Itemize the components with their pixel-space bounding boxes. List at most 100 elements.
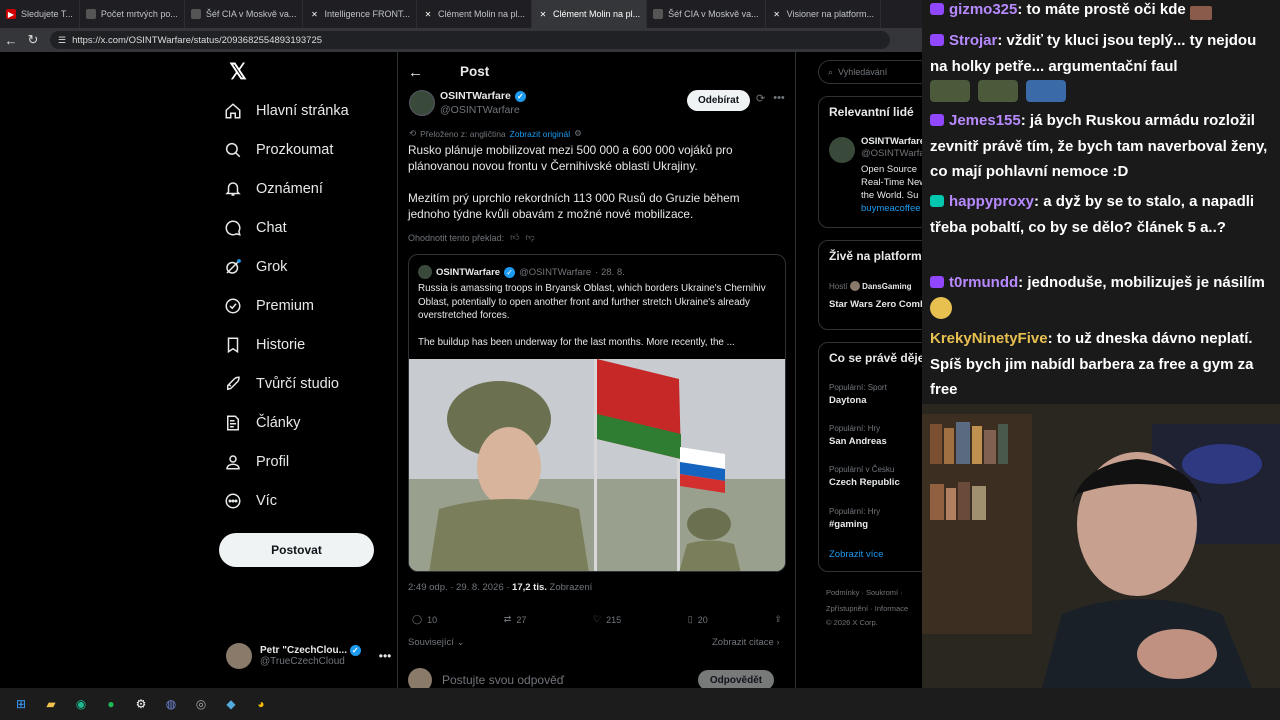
browser-tab[interactable]: ✕ Visioner na platform... [766, 0, 882, 28]
quoted-image[interactable] [409, 359, 785, 571]
nav-history[interactable]: Historie [224, 328, 305, 362]
trend-item[interactable]: Populární v Česku Czech Republic [829, 465, 900, 488]
app-icon[interactable]: ◆ [220, 693, 242, 715]
nav-explore[interactable]: Prozkoumat [224, 133, 333, 167]
nav-notifications[interactable]: Oznámení [224, 172, 323, 206]
browser-tab-active[interactable]: ✕ Clément Molin na pl... [532, 0, 648, 28]
x-logo-icon[interactable]: 𝕏 [226, 60, 250, 84]
back-icon[interactable]: ← [0, 29, 22, 51]
account-switcher[interactable]: Petr "CzechClou... ✓ @TrueCzechCloud ••• [226, 639, 396, 673]
reply-button[interactable]: Odpovědět [698, 670, 774, 688]
nav-premium[interactable]: Premium [224, 289, 314, 323]
account-name: Petr "CzechClou... ✓ [260, 645, 361, 656]
browser-tab[interactable]: ✕ Intelligence FRONT... [303, 0, 417, 28]
browser-tab[interactable]: ✕ Clément Molin na pl... [417, 0, 533, 28]
nav-creator-studio[interactable]: Tvůrčí studio [224, 367, 339, 401]
trend-item[interactable]: Populární: Hry #gaming [829, 507, 880, 530]
emote-icon [978, 80, 1019, 102]
chrome-icon[interactable]: ◕ [250, 693, 272, 715]
post-text: Rusko plánuje mobilizovat mezi 500 000 a… [408, 143, 740, 221]
grok-icon[interactable]: ⟳ [756, 92, 765, 105]
browser-tab[interactable]: ▶ Sledujete T... [0, 0, 80, 28]
settings-icon[interactable]: ⚙ [574, 128, 582, 139]
nav-profile[interactable]: Profil [224, 445, 289, 479]
discord-icon[interactable]: ◍ [160, 693, 182, 715]
live-title[interactable]: Star Wars Zero Combat [829, 299, 922, 310]
more-dots-icon[interactable]: ••• [379, 649, 392, 663]
reply-action[interactable]: ◯ 10 [412, 614, 437, 625]
edge-icon[interactable]: ◉ [70, 693, 92, 715]
browser-tab[interactable]: Šéf CIA v Moskvě va... [185, 0, 304, 28]
avatar [849, 281, 860, 291]
author-handle[interactable]: @OSINTWarfare [440, 104, 520, 116]
main-column: ← Post OSINTWarfare ✓ @OSINTWarfare Odebí… [397, 52, 796, 688]
show-quotes-link[interactable]: Zobrazit citace › [712, 637, 780, 648]
folder-icon[interactable]: ▰ [40, 693, 62, 715]
spotify-icon[interactable]: ● [100, 693, 122, 715]
nav-grok[interactable]: Grok [224, 250, 287, 284]
nav-chat[interactable]: Chat [224, 211, 287, 245]
reply-icon: ◯ [412, 614, 423, 624]
rocket-icon [227, 376, 240, 391]
more-dots-icon[interactable]: ••• [773, 92, 785, 105]
sub-badge-icon [930, 114, 944, 126]
windows-start-icon[interactable]: ⊞ [10, 693, 32, 715]
show-original-link[interactable]: Zobrazit originál [510, 129, 570, 139]
heart-icon: ♡ [593, 614, 602, 624]
emote-icon [1026, 80, 1067, 102]
x-icon: ✕ [424, 9, 432, 19]
thinking-emote-icon [930, 296, 952, 319]
bookmark-action[interactable]: ▯ 20 [688, 614, 708, 625]
reload-icon[interactable]: ↻ [22, 29, 44, 51]
translation-notice: ⟲ Přeloženo z: angličtina Zobrazit origi… [409, 128, 582, 139]
browser-tab[interactable]: Počet mrtvých po... [80, 0, 185, 28]
back-arrow-icon[interactable]: ← [408, 64, 423, 81]
post-button[interactable]: Postovat [219, 533, 374, 567]
site-info-icon[interactable]: ☰ [58, 35, 66, 46]
author-name[interactable]: OSINTWarfare ✓ [440, 90, 526, 102]
person-link[interactable]: buymeacoffee [861, 203, 921, 214]
trend-item[interactable]: Populární: Sport Daytona [829, 383, 887, 406]
trend-item[interactable]: Populární: Hry San Andreas [829, 424, 887, 447]
url-input[interactable]: ☰ https://x.com/OSINTWarfare/status/2093… [50, 31, 890, 49]
nav-articles[interactable]: Články [224, 406, 300, 440]
x-icon: ✕ [773, 9, 780, 19]
right-sidebar: ⌕ Vyhledávání Relevantní lidé OSINTWarfa… [816, 52, 922, 688]
search-input[interactable]: ⌕ Vyhledávání [818, 60, 922, 84]
person-name[interactable]: OSINTWarfare [861, 136, 922, 147]
chat-message: t0rmundd: jednoduše, mobilizuješ je nási… [930, 270, 1275, 321]
repost-action[interactable]: ⇄ 27 [504, 614, 527, 625]
nav-more[interactable]: Víc [224, 484, 277, 518]
x-icon: ✕ [539, 9, 547, 19]
thumbs-down-icon[interactable]: 👎︎ [525, 232, 534, 243]
show-more-link[interactable]: Zobrazit více [829, 549, 883, 560]
article-icon [227, 415, 239, 431]
avatar[interactable] [829, 137, 855, 163]
app-icon[interactable]: ◎ [190, 693, 212, 715]
nav-home[interactable]: Hlavní stránka [224, 94, 349, 128]
live-card: Živě na platformě Hostí DansGaming Star … [818, 240, 922, 330]
steam-icon[interactable]: ⚙ [130, 693, 152, 715]
share-action[interactable]: ⇪ [774, 614, 782, 625]
bookmark-icon: ▯ [687, 614, 693, 624]
reply-input[interactable]: Postujte svou odpověď [442, 673, 564, 687]
author-avatar[interactable] [409, 90, 435, 116]
card-title: Relevantní lidé [829, 105, 914, 119]
related-toggle[interactable]: Související ⌄ [408, 637, 465, 648]
post-meta: 2:49 odp. · 29. 8. 2026 · 17,2 tis. Zobr… [408, 582, 593, 593]
sub-badge-icon [930, 3, 944, 15]
footer-links[interactable]: Podmínky · Soukromí · [826, 588, 903, 597]
chat-message: happyproxy: a dyž by se to stalo, a napa… [930, 193, 1255, 236]
verified-icon: ✓ [504, 266, 516, 278]
emote-icon [1189, 6, 1212, 20]
thumbs-up-icon[interactable]: 👍︎ [510, 232, 519, 243]
live-host[interactable]: Hostí DansGaming [829, 281, 911, 291]
footer-links[interactable]: Zpřístupnění · Informace [826, 604, 908, 613]
premium-icon [225, 298, 241, 314]
like-action[interactable]: ♡ 215 [593, 614, 621, 625]
more-icon [225, 493, 241, 509]
browser-tab[interactable]: Šéf CIA v Moskvě va... [647, 0, 766, 28]
follow-button[interactable]: Odebírat [687, 90, 750, 111]
quoted-author: OSINTWarfare ✓ @OSINTWarfare · 28. 8. [418, 265, 625, 279]
quoted-post[interactable]: OSINTWarfare ✓ @OSINTWarfare · 28. 8. Ru… [408, 254, 786, 572]
